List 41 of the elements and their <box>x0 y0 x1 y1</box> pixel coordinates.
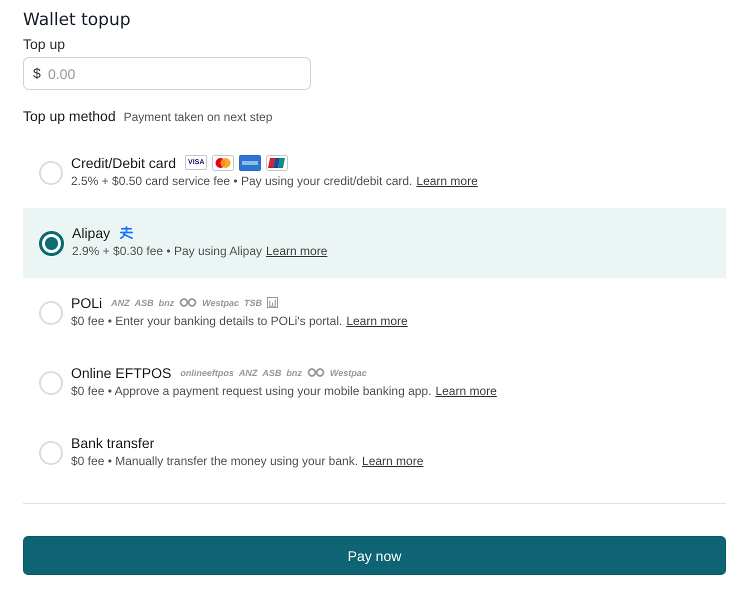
payment-option[interactable]: Bank transfer $0 fee • Manually transfer the money using your bank. Learn more <box>23 418 726 488</box>
bank-icon <box>267 297 278 308</box>
radio-button[interactable] <box>39 230 64 256</box>
infinity-logo-icon <box>179 298 198 307</box>
currency-symbol: $ <box>33 65 41 81</box>
section-label: Top up method <box>23 108 116 124</box>
bank-logo: ASB <box>134 298 154 308</box>
learn-more-link[interactable]: Learn more <box>435 384 497 398</box>
infinity-logo-icon <box>306 368 325 377</box>
bank-logo: Westpac <box>330 368 367 378</box>
payment-option[interactable]: Alipay 2.9% + $0.30 fee • Pay using Alipay Learn more <box>23 208 726 278</box>
option-name: Credit/Debit card <box>71 154 176 170</box>
bank-logo: onlineeftpos <box>180 368 234 378</box>
learn-more-link[interactable]: Learn more <box>362 454 424 468</box>
option-name: Alipay <box>72 224 110 240</box>
payment-option[interactable]: Online EFTPOS onlineeftpos ANZ ASB bnz Westpac $0 fee • Approve a payment request using your mobile banking app. Learn more <box>23 348 726 418</box>
bank-logo: ANZ <box>111 298 130 308</box>
bank-logo: Westpac <box>202 298 239 308</box>
bank-logo: ASB <box>262 368 282 378</box>
mastercard-icon <box>212 154 234 170</box>
page-title: Wallet topup <box>23 10 131 30</box>
field-label: Top up <box>23 36 66 52</box>
bank-logo: bnz <box>286 368 302 378</box>
alipay-icon <box>119 225 134 240</box>
learn-more-link[interactable]: Learn more <box>416 174 478 188</box>
option-description: $0 fee • Enter your banking details to POLi's portal. <box>71 314 342 328</box>
bank-logo: ANZ <box>238 368 258 378</box>
option-name: POLi <box>71 294 102 310</box>
learn-more-link[interactable]: Learn more <box>266 244 328 258</box>
option-name: Bank transfer <box>71 434 154 450</box>
option-description: $0 fee • Manually transfer the money using your bank. <box>71 454 358 468</box>
pay-now-button[interactable]: Pay now <box>23 536 726 575</box>
learn-more-link[interactable]: Learn more <box>346 314 408 328</box>
option-name: Online EFTPOS <box>71 364 172 380</box>
bank-logo: bnz <box>158 298 174 308</box>
option-description: 2.9% + $0.30 fee • Pay using Alipay <box>72 244 262 258</box>
bank-logo: TSB <box>244 298 262 308</box>
option-description: 2.5% + $0.50 card service fee • Pay using your credit/debit card. <box>71 174 412 188</box>
option-description: $0 fee • Approve a payment request using your mobile banking app. <box>71 384 432 398</box>
section-hint: Payment taken on next step <box>124 110 272 124</box>
payment-option[interactable]: POLi ANZ ASB bnz Westpac TSB $0 fee • Enter your banking details to POLi's portal. Learn more <box>23 278 726 348</box>
